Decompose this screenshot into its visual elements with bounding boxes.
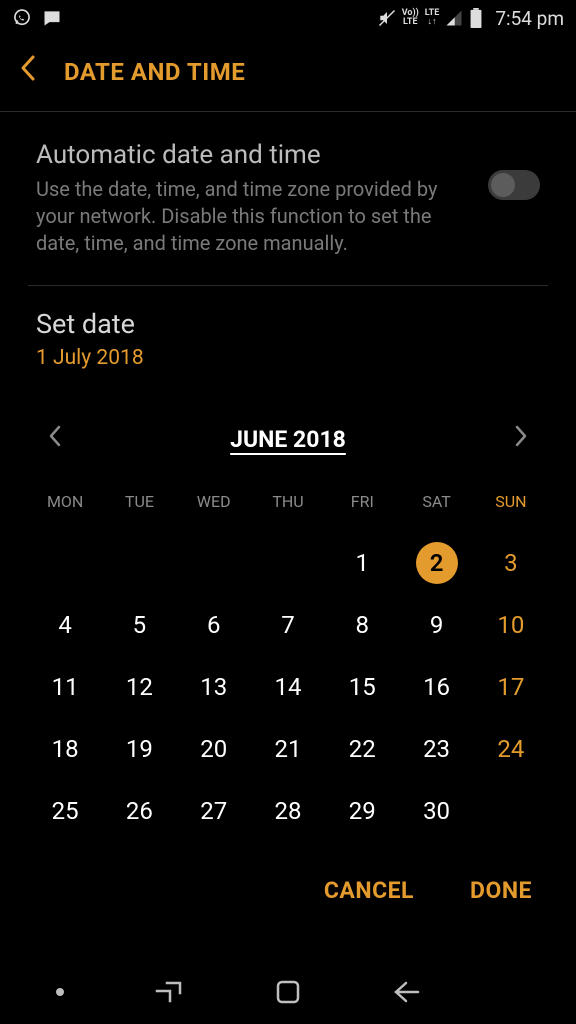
mute-icon (378, 9, 396, 27)
calendar-dow: MON (28, 492, 102, 521)
calendar-month-label[interactable]: JUNE 2018 (230, 426, 346, 453)
calendar-dow: SUN (474, 492, 548, 521)
calendar-day[interactable]: 3 (474, 543, 548, 583)
calendar-dow: FRI (325, 492, 399, 521)
calendar-grid: MONTUEWEDTHUFRISATSUN1234567891011121314… (28, 480, 548, 831)
calendar-dow: TUE (102, 492, 176, 521)
prev-month-button[interactable] (40, 420, 70, 458)
calendar-day[interactable]: 11 (28, 667, 102, 707)
calendar-day[interactable]: 20 (177, 729, 251, 769)
calendar: JUNE 2018 MONTUEWEDTHUFRISATSUN123456789… (0, 396, 576, 831)
calendar-day[interactable]: 30 (399, 791, 473, 831)
calendar-dow: SAT (399, 492, 473, 521)
calendar-day[interactable]: 18 (28, 729, 102, 769)
calendar-day[interactable]: 8 (325, 605, 399, 645)
calendar-day[interactable]: 26 (102, 791, 176, 831)
calendar-day[interactable]: 9 (399, 605, 473, 645)
auto-datetime-row[interactable]: Automatic date and time Use the date, ti… (0, 112, 576, 285)
calendar-day[interactable]: 22 (325, 729, 399, 769)
dialog-actions: CANCEL DONE (0, 841, 576, 904)
status-time: 7:54 pm (495, 7, 564, 30)
calendar-day[interactable]: 25 (28, 791, 102, 831)
calendar-day[interactable]: 17 (474, 667, 548, 707)
home-button[interactable] (274, 978, 302, 1006)
calendar-day[interactable]: 15 (325, 667, 399, 707)
auto-datetime-title: Automatic date and time (36, 140, 468, 170)
calendar-day[interactable]: 24 (474, 729, 548, 769)
calendar-dow: WED (177, 492, 251, 521)
next-month-button[interactable] (506, 420, 536, 458)
calendar-day[interactable]: 27 (177, 791, 251, 831)
calendar-day[interactable]: 10 (474, 605, 548, 645)
back-icon[interactable] (20, 54, 36, 89)
calendar-day[interactable]: 4 (28, 605, 102, 645)
system-nav-bar (0, 960, 576, 1024)
calendar-day[interactable]: 1 (325, 543, 399, 583)
calendar-day[interactable]: 14 (251, 667, 325, 707)
volte-icon: Vo))LTE (402, 9, 419, 27)
set-date-value: 1 July 2018 (36, 346, 540, 370)
calendar-day[interactable]: 16 (399, 667, 473, 707)
whatsapp-icon (12, 8, 32, 28)
calendar-day[interactable]: 23 (399, 729, 473, 769)
battery-icon (469, 8, 483, 28)
calendar-day[interactable]: 19 (102, 729, 176, 769)
done-button[interactable]: DONE (470, 877, 532, 904)
auto-datetime-toggle[interactable] (488, 170, 540, 200)
signal-icon (445, 9, 463, 27)
message-icon (42, 8, 62, 28)
calendar-day[interactable]: 6 (177, 605, 251, 645)
calendar-day[interactable]: 2 (399, 543, 473, 583)
back-button[interactable] (393, 978, 421, 1006)
nav-dot-icon (56, 988, 64, 996)
status-bar: Vo))LTE LTE↓↑ 7:54 pm (0, 0, 576, 36)
calendar-day[interactable]: 12 (102, 667, 176, 707)
calendar-dow: THU (251, 492, 325, 521)
page-title: DATE AND TIME (64, 58, 245, 86)
auto-datetime-desc: Use the date, time, and time zone provid… (36, 176, 468, 257)
set-date-title: Set date (36, 308, 540, 340)
cancel-button[interactable]: CANCEL (324, 877, 414, 904)
calendar-day[interactable]: 13 (177, 667, 251, 707)
lte-icon: LTE↓↑ (425, 9, 440, 27)
recents-button[interactable] (155, 978, 183, 1006)
set-date-row[interactable]: Set date 1 July 2018 (0, 286, 576, 396)
calendar-day[interactable]: 28 (251, 791, 325, 831)
calendar-day[interactable]: 21 (251, 729, 325, 769)
calendar-day[interactable]: 5 (102, 605, 176, 645)
calendar-day[interactable]: 7 (251, 605, 325, 645)
calendar-day[interactable]: 29 (325, 791, 399, 831)
page-header: DATE AND TIME (0, 36, 576, 111)
